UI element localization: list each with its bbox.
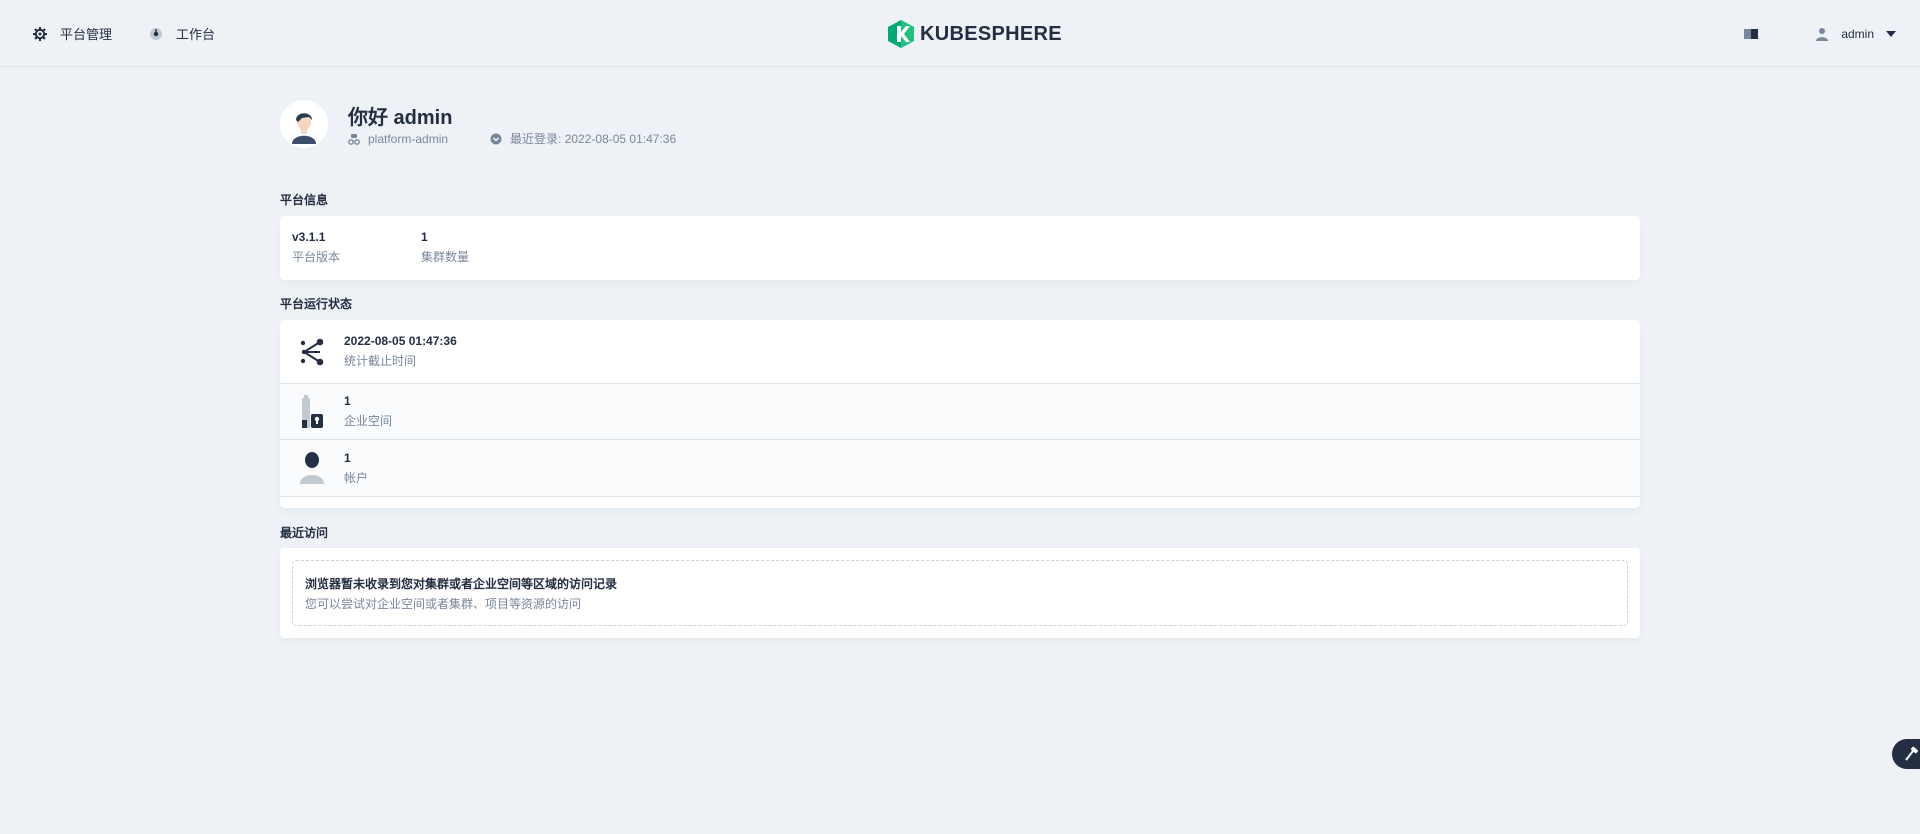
gear-icon bbox=[32, 26, 48, 42]
account-value: 1 bbox=[344, 451, 351, 465]
profile-meta: platform-admin 最近登录: 2022-08-05 01:47:36 bbox=[348, 130, 676, 147]
account-icon bbox=[300, 452, 324, 484]
nav-platform-management[interactable]: 平台管理 bbox=[32, 24, 112, 43]
user-role: platform-admin bbox=[348, 132, 448, 146]
platform-version-value: v3.1.1 bbox=[292, 230, 326, 244]
main-content: 你好 admin platform-admin 最近登录: 2022-08-05… bbox=[280, 100, 1640, 638]
platform-version-label: 平台版本 bbox=[292, 250, 341, 264]
platform-version: v3.1.1 平台版本 bbox=[292, 229, 340, 265]
cluster-count-value: 1 bbox=[421, 230, 428, 244]
user-profile: 你好 admin platform-admin 最近登录: 2022-08-05… bbox=[280, 100, 1640, 150]
documentation-icon[interactable] bbox=[1743, 26, 1759, 42]
platform-info-title: 平台信息 bbox=[280, 193, 329, 207]
cluster-count-label: 集群数量 bbox=[421, 250, 470, 264]
hammer-icon bbox=[1905, 746, 1919, 761]
nav-platform-management-label: 平台管理 bbox=[60, 27, 113, 42]
account-label: 帐户 bbox=[344, 471, 369, 485]
stat-time-label: 统计截止时间 bbox=[344, 354, 417, 368]
status-row-account: 1 帐户 bbox=[280, 440, 1640, 497]
workbench-icon bbox=[148, 26, 164, 42]
recent-empty-title: 浏览器暂未收录到您对集群或者企业空间等区域的访问记录 bbox=[305, 577, 618, 591]
enterprise-space-icon bbox=[302, 395, 323, 428]
last-login-text: 最近登录: 2022-08-05 01:47:36 bbox=[510, 132, 677, 146]
enterprise-space-label: 企业空间 bbox=[344, 414, 393, 428]
clock-icon bbox=[490, 133, 502, 144]
logo-text: KUBESPHERE bbox=[920, 22, 1062, 45]
last-login: 最近登录: 2022-08-05 01:47:36 bbox=[490, 130, 676, 147]
nav-workbench[interactable]: 工作台 bbox=[148, 24, 215, 43]
toolbox-button[interactable] bbox=[1892, 739, 1920, 769]
recent-empty-desc: 您可以尝试对企业空间或者集群、项目等资源的访问 bbox=[305, 597, 582, 611]
enterprise-space-value: 1 bbox=[344, 394, 351, 408]
greeting: 你好 admin bbox=[348, 107, 453, 129]
platform-status-title: 平台运行状态 bbox=[280, 297, 353, 311]
top-navbar: 平台管理 工作台 KUBESPHERE admin bbox=[0, 0, 1920, 67]
user-menu[interactable]: admin bbox=[1815, 27, 1896, 41]
stat-time-value: 2022-08-05 01:47:36 bbox=[344, 334, 457, 348]
platform-info-card: v3.1.1 平台版本 1 集群数量 bbox=[280, 216, 1640, 280]
share-icon bbox=[300, 338, 324, 366]
nav-left: 平台管理 工作台 bbox=[32, 0, 251, 67]
avatar bbox=[280, 100, 328, 148]
status-row-stat-time: 2022-08-05 01:47:36 统计截止时间 bbox=[280, 320, 1640, 384]
user-role-text: platform-admin bbox=[368, 131, 449, 146]
role-icon bbox=[348, 133, 360, 145]
platform-status-card: 2022-08-05 01:47:36 统计截止时间 1 企业空间 1 帐户 bbox=[280, 320, 1640, 508]
chevron-down-icon bbox=[1886, 30, 1896, 37]
nav-workbench-label: 工作台 bbox=[176, 27, 216, 42]
recent-access-card: 浏览器暂未收录到您对集群或者企业空间等区域的访问记录 您可以尝试对企业空间或者集… bbox=[280, 548, 1640, 638]
nav-right: admin bbox=[1743, 0, 1896, 67]
cluster-count: 1 集群数量 bbox=[421, 229, 469, 265]
recent-empty-placeholder: 浏览器暂未收录到您对集群或者企业空间等区域的访问记录 您可以尝试对企业空间或者集… bbox=[292, 560, 1628, 626]
user-icon bbox=[1816, 27, 1829, 41]
kubesphere-logo[interactable]: KUBESPHERE bbox=[888, 20, 1062, 48]
status-row-enterprise-space: 1 企业空间 bbox=[280, 384, 1640, 440]
kubesphere-logo-icon bbox=[888, 20, 914, 48]
user-name: admin bbox=[1841, 26, 1874, 41]
recent-access-title: 最近访问 bbox=[280, 526, 329, 540]
